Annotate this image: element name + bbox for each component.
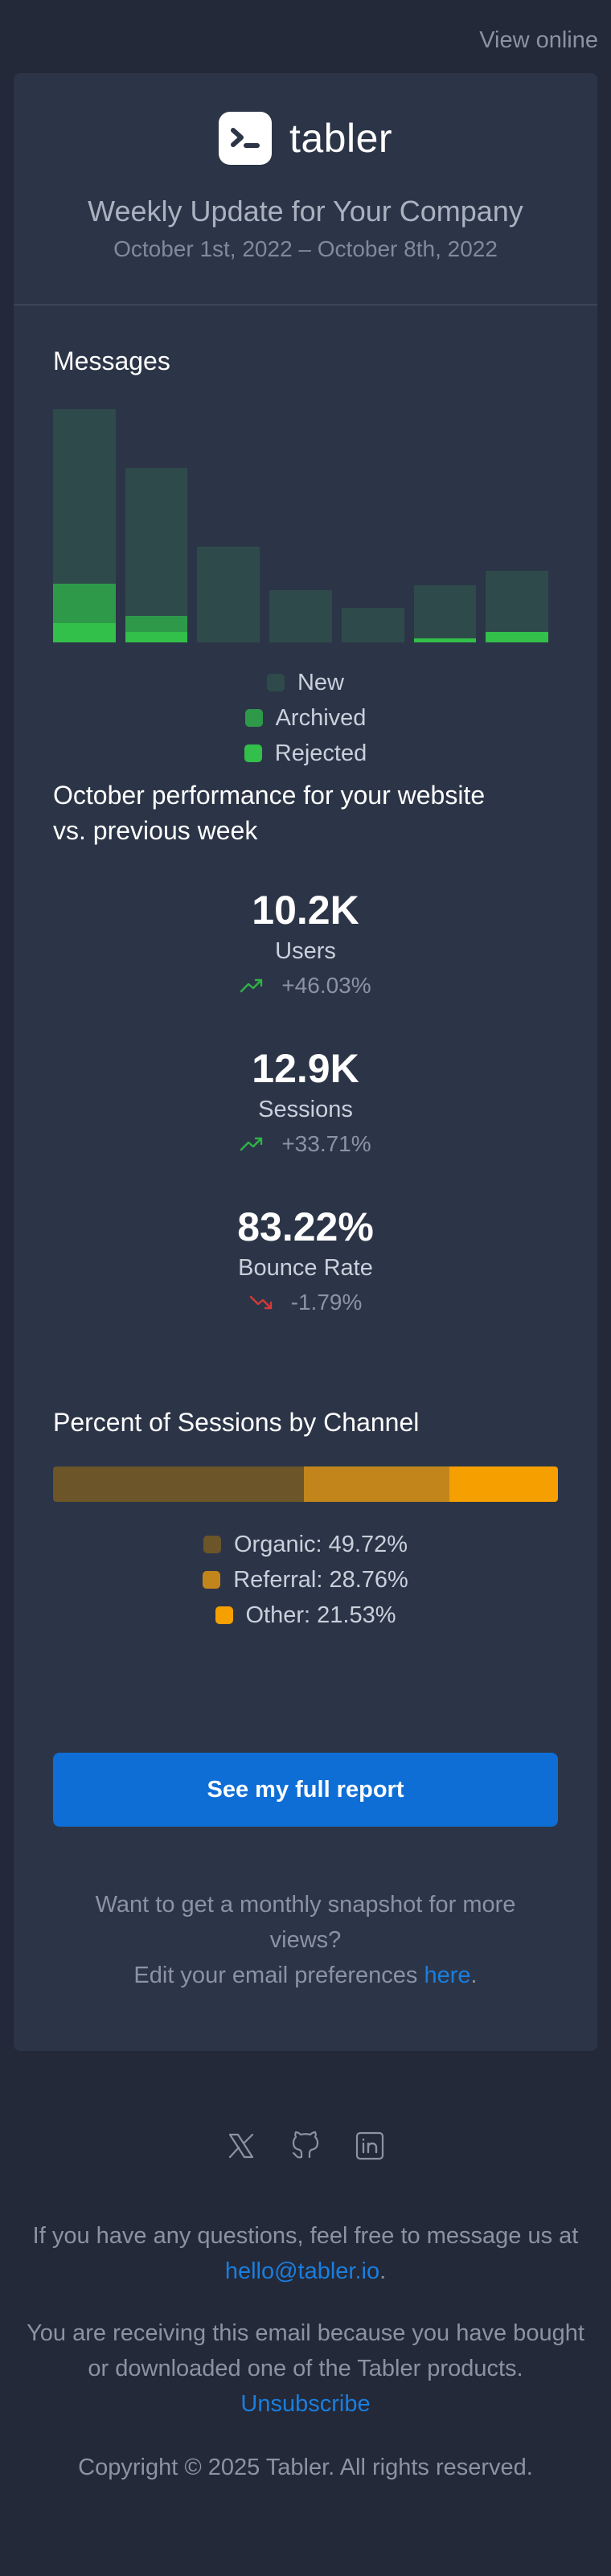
footer-email-suffix: .: [379, 2258, 387, 2284]
preferences-link[interactable]: here: [424, 1963, 470, 1988]
channels-stacked-bar: [53, 1466, 558, 1502]
brand-logo: tabler: [218, 112, 393, 165]
bar-new-4: [269, 589, 332, 642]
legend-item-other: Other: 21.53%: [14, 1598, 597, 1633]
performance-title: October performance for your website vs.…: [53, 777, 485, 848]
brand-name: tabler: [289, 116, 393, 161]
channels-title: Percent of Sessions by Channel: [53, 1408, 420, 1437]
channel-segment-1: [53, 1466, 305, 1502]
performance-title-line2: vs. previous week: [53, 816, 258, 845]
stat-value: 12.9K: [252, 1046, 359, 1091]
bar-archived-2: [125, 616, 188, 632]
stat-label: Bounce Rate: [238, 1255, 373, 1281]
legend-item-referral: Referral: 28.76%: [14, 1562, 597, 1598]
stat-label: Sessions: [258, 1097, 353, 1122]
footer-receiving: You are receiving this email because you…: [13, 2316, 598, 2422]
bar-rejected-1: [53, 623, 116, 642]
linkedin-icon[interactable]: [355, 2131, 385, 2161]
legend-swatch-referral: [203, 1571, 221, 1589]
preferences-text: Edit your email preferences: [133, 1963, 424, 1988]
footer-email-line: hello@tabler.io.: [13, 2254, 598, 2289]
bar-rejected-6: [413, 638, 477, 642]
unsubscribe-link[interactable]: Unsubscribe: [240, 2391, 370, 2417]
legend-item-archived: Archived: [14, 700, 597, 736]
stat-change-value: -1.79%: [290, 1290, 363, 1315]
view-online-link[interactable]: View online: [479, 27, 598, 54]
email-card: tabler Weekly Update for Your Company Oc…: [14, 73, 597, 2051]
performance-title-line1: October performance for your website: [53, 781, 486, 810]
bar-new-5: [341, 607, 404, 642]
stat-change: +46.03%: [14, 973, 597, 999]
stat-change: +33.71%: [14, 1131, 597, 1157]
channels-legend: Organic: 49.72% Referral: 28.76% Other: …: [14, 1527, 597, 1633]
legend-item-rejected: Rejected: [14, 736, 597, 771]
preferences-note: Want to get a monthly snapshot for more …: [62, 1887, 549, 1993]
preferences-line2: Edit your email preferences here.: [62, 1958, 549, 1993]
legend-label-rejected: Rejected: [274, 740, 367, 766]
legend-swatch-organic: [203, 1536, 221, 1553]
stat-bounce-rate: 83.22% Bounce Rate -1.79%: [14, 1204, 597, 1315]
bar-new-6: [413, 585, 477, 638]
trend-down-icon: [249, 1295, 272, 1310]
stat-change: -1.79%: [14, 1290, 597, 1315]
footer-questions: If you have any questions, feel free to …: [13, 2218, 598, 2289]
messages-title: Messages: [53, 347, 170, 375]
preferences-line1: Want to get a monthly snapshot for more …: [95, 1892, 516, 1953]
channel-segment-3: [449, 1466, 558, 1502]
stat-label: Users: [275, 938, 336, 964]
stat-users: 10.2K Users +46.03%: [14, 887, 597, 999]
footer-copyright: Copyright © 2025 Tabler. All rights rese…: [78, 2455, 533, 2480]
legend-swatch-other: [215, 1606, 233, 1624]
bar-new-7: [486, 570, 548, 632]
email-title: Weekly Update for Your Company: [88, 195, 523, 228]
channel-segment-2: [304, 1466, 449, 1502]
bar-rejected-7: [486, 631, 548, 642]
footer-questions-text: If you have any questions, feel free to …: [32, 2223, 579, 2249]
legend-label-other: Other: 21.53%: [245, 1602, 396, 1628]
support-email-link[interactable]: hello@tabler.io: [225, 2258, 379, 2284]
bar-new-1: [53, 409, 116, 585]
footer-receiving-text: You are receiving this email because you…: [27, 2320, 584, 2381]
email-header: tabler Weekly Update for Your Company Oc…: [14, 73, 597, 262]
social-links: [0, 2131, 611, 2161]
preferences-suffix: .: [470, 1963, 478, 1988]
legend-label-referral: Referral: 28.76%: [233, 1566, 408, 1593]
stat-value: 10.2K: [252, 888, 359, 933]
bar-archived-1: [53, 584, 116, 624]
github-icon[interactable]: [290, 2131, 321, 2161]
date-range: October 1st, 2022 – October 8th, 2022: [113, 236, 498, 261]
legend-swatch-archived: [244, 709, 263, 727]
legend-label-organic: Organic: 49.72%: [233, 1531, 408, 1557]
messages-legend: New Archived Rejected: [14, 665, 597, 771]
legend-item-organic: Organic: 49.72%: [14, 1527, 597, 1562]
legend-label-new: New: [297, 669, 344, 695]
x-icon[interactable]: [226, 2131, 256, 2161]
legend-swatch-rejected: [244, 744, 262, 762]
legend-item-new: New: [14, 665, 597, 700]
tabler-logo-icon: [218, 112, 272, 165]
legend-swatch-new: [266, 674, 285, 691]
stat-change-value: +46.03%: [281, 973, 371, 998]
full-report-button[interactable]: See my full report: [53, 1753, 558, 1827]
header-divider: [14, 304, 597, 306]
bar-rejected-2: [125, 631, 188, 642]
stat-value: 83.22%: [237, 1204, 374, 1249]
trend-up-icon: [240, 978, 263, 993]
legend-label-archived: Archived: [275, 704, 367, 731]
messages-chart: [53, 404, 558, 642]
stat-sessions: 12.9K Sessions +33.71%: [14, 1045, 597, 1157]
trend-up-icon: [240, 1137, 263, 1151]
bar-new-3: [197, 546, 260, 642]
stat-change-value: +33.71%: [281, 1131, 371, 1156]
bar-new-2: [125, 467, 188, 617]
